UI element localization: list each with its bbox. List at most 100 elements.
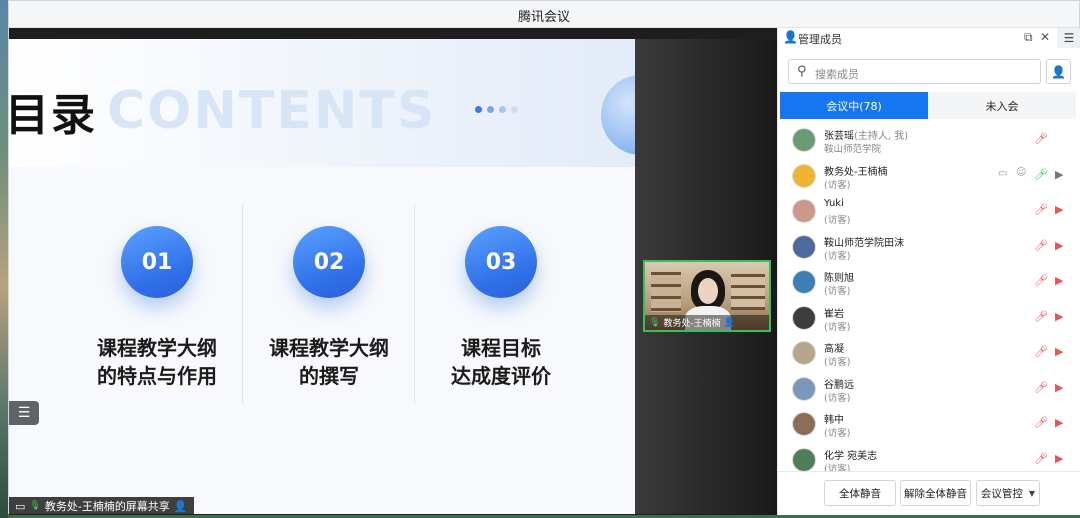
bookshelf [651, 272, 681, 312]
slide-toc: 01 课程教学大纲 的特点与作用 02 课程教学大纲 的撰写 03 课程目标 达… [71, 204, 591, 429]
screen-icon: ▭ [15, 499, 26, 513]
member-name: 教务处-王楠楠 [824, 166, 888, 178]
unmute-all-button[interactable]: 解除全体静音 [900, 480, 971, 506]
mic-muted-icon[interactable]: 🎤︎ [1034, 416, 1048, 429]
member-row[interactable]: 崔岩 (访客) 🎤︎ ▶ [778, 302, 1080, 338]
member-org: (访客) [824, 179, 851, 191]
member-name: 谷鹏远 [824, 379, 854, 391]
member-row[interactable]: 高凝 (访客) 🎤︎ ▶ [778, 337, 1080, 373]
screen-share-area: CONTENTS 目录 01 课程教学大纲 的特点与作用 02 课程教学大纲 的… [9, 28, 777, 515]
dot-icon [487, 106, 494, 113]
member-org: (访客) [824, 215, 851, 226]
person-icon: 👤 [173, 499, 188, 513]
avatar [792, 163, 816, 188]
member-name: 鞍山师范学院田沫 [824, 237, 904, 249]
meeting-window: 腾讯会议 CONTENTS 目录 01 课程教学大纲 的特点与作用 02 课程教… [8, 0, 1080, 515]
member-name: 化学 宛美志 [824, 450, 878, 462]
panel-menu-icon[interactable]: ☰ [1057, 28, 1080, 48]
member-org: 鞍山师范学院 [824, 144, 882, 155]
camera-off-icon[interactable]: ▶ [1055, 452, 1063, 465]
mic-on-icon[interactable]: 🎤︎ [1034, 168, 1048, 181]
search-icon: ⚲ [797, 64, 807, 79]
mic-muted-icon[interactable]: 🎤︎ [1034, 274, 1048, 287]
mic-muted-icon[interactable]: 🎤︎ [1034, 203, 1048, 216]
mic-muted-icon[interactable]: 🎤︎ [1034, 239, 1048, 252]
face-icon: ☺ [1016, 166, 1027, 178]
avatar [792, 305, 816, 330]
tab-in-meeting[interactable]: 会议中(78) [780, 92, 928, 119]
mic-muted-icon[interactable]: 🎤︎ [1034, 132, 1048, 145]
toc-text: 课程目标 达成度评价 [415, 334, 587, 390]
mic-muted-icon[interactable]: 🎤︎ [1034, 345, 1048, 358]
camera-off-icon[interactable]: ▶ [1055, 416, 1063, 429]
slide-dots [475, 106, 518, 113]
member-tabs: 会议中(78) 未入会 [780, 92, 1077, 119]
camera-on-icon[interactable]: ▶ [1055, 168, 1063, 181]
member-row[interactable]: 谷鹏远 (访客) 🎤︎ ▶ [778, 373, 1080, 409]
tab-not-joined[interactable]: 未入会 [928, 92, 1076, 119]
avatar [792, 234, 816, 259]
mic-muted-icon[interactable]: 🎤︎ [1034, 452, 1048, 465]
member-name: 崔岩 [824, 308, 844, 320]
member-name: 韩中 [824, 415, 844, 426]
camera-off-icon[interactable]: ▶ [1055, 345, 1063, 358]
video-name-label: 🎙 教务处-王楠楠 👤 [645, 315, 769, 330]
members-icon: 👤 [783, 30, 798, 44]
panel-header: 👤 管理成员 ⧉ ✕ ☰ [778, 28, 1080, 48]
member-org: (访客) [824, 392, 851, 404]
member-row[interactable]: 鞍山师范学院田沫 (访客) 🎤︎ ▶ [778, 231, 1080, 267]
member-org: (访客) [824, 428, 851, 439]
toc-number: 03 [465, 226, 537, 298]
avatar [792, 376, 816, 401]
member-name: 张芸瑶(主持人, 我) [824, 127, 908, 142]
member-row[interactable]: Yuki (访客) 🎤︎ ▶ [778, 195, 1080, 231]
video-name: 教务处-王楠楠 [663, 319, 721, 329]
window-title: 腾讯会议 [517, 10, 570, 25]
camera-off-icon[interactable]: ▶ [1055, 310, 1063, 323]
camera-off-icon[interactable]: ▶ [1055, 203, 1063, 216]
invite-member-button[interactable]: 👤 [1046, 59, 1071, 84]
bookshelf [731, 274, 765, 310]
meeting-control-dropdown[interactable]: 会议管控 ▼ [976, 480, 1040, 506]
desktop-background [0, 0, 8, 518]
chevron-down-icon: ▼ [1028, 488, 1036, 498]
mute-all-button[interactable]: 全体静音 [824, 480, 896, 506]
avatar [792, 270, 816, 294]
member-search[interactable]: ⚲ 搜索成员 [788, 59, 1041, 84]
toc-line: 的撰写 [299, 364, 359, 388]
toc-number: 02 [293, 226, 365, 298]
camera-off-icon[interactable]: ▶ [1055, 381, 1063, 394]
mic-muted-icon[interactable]: 🎤︎ [1034, 310, 1048, 323]
list-menu-icon[interactable]: ☰ [9, 401, 39, 425]
member-org: (访客) [824, 357, 851, 368]
popout-icon[interactable]: ⧉ [1024, 30, 1033, 45]
toc-line: 达成度评价 [451, 364, 551, 388]
member-name: 高凝 [824, 344, 844, 355]
member-name: 陈则旭 [824, 273, 854, 284]
camera-off-icon[interactable]: ▶ [1055, 239, 1063, 252]
toc-text: 课程教学大纲 的特点与作用 [71, 334, 243, 390]
avatar [792, 341, 816, 365]
search-input[interactable]: 搜索成员 [815, 66, 859, 82]
dot-icon [499, 106, 506, 113]
speaker-face [698, 278, 718, 304]
member-row[interactable]: 陈则旭 (访客) 🎤︎ ▶ [778, 266, 1080, 302]
toc-item: 02 课程教学大纲 的撰写 [243, 204, 415, 429]
member-row[interactable]: 韩中 (访客) 🎤︎ ▶ [778, 408, 1080, 444]
panel-title: 管理成员 [798, 33, 842, 46]
toc-line: 的特点与作用 [97, 364, 217, 388]
screen-share-icon: ▭ [998, 167, 1008, 179]
mic-muted-icon[interactable]: 🎤︎ [1034, 381, 1048, 394]
member-org: (访客) [824, 286, 851, 297]
slide-watermark: CONTENTS [107, 81, 437, 141]
camera-off-icon[interactable]: ▶ [1055, 274, 1063, 287]
share-indicator: ▭ 🎙 教务处-王楠楠的屏幕共享 👤 [9, 497, 194, 515]
speaker-video[interactable]: 🎙 教务处-王楠楠 👤 [643, 260, 771, 332]
close-icon[interactable]: ✕ [1040, 30, 1050, 44]
member-row[interactable]: 张芸瑶(主持人, 我) 鞍山师范学院 🎤︎ [778, 124, 1080, 160]
toc-line: 课程目标 [461, 336, 541, 360]
member-list: 张芸瑶(主持人, 我) 鞍山师范学院 🎤︎ 教务处-王楠楠 (访客) ▭ ☺ 🎤… [778, 124, 1080, 479]
toc-number: 01 [121, 226, 193, 298]
members-panel: 👤 管理成员 ⧉ ✕ ☰ ⚲ 搜索成员 👤 会议中(78) 未入会 张芸瑶(主持… [777, 28, 1080, 515]
member-row[interactable]: 教务处-王楠楠 (访客) ▭ ☺ 🎤︎ ▶ [778, 160, 1080, 196]
